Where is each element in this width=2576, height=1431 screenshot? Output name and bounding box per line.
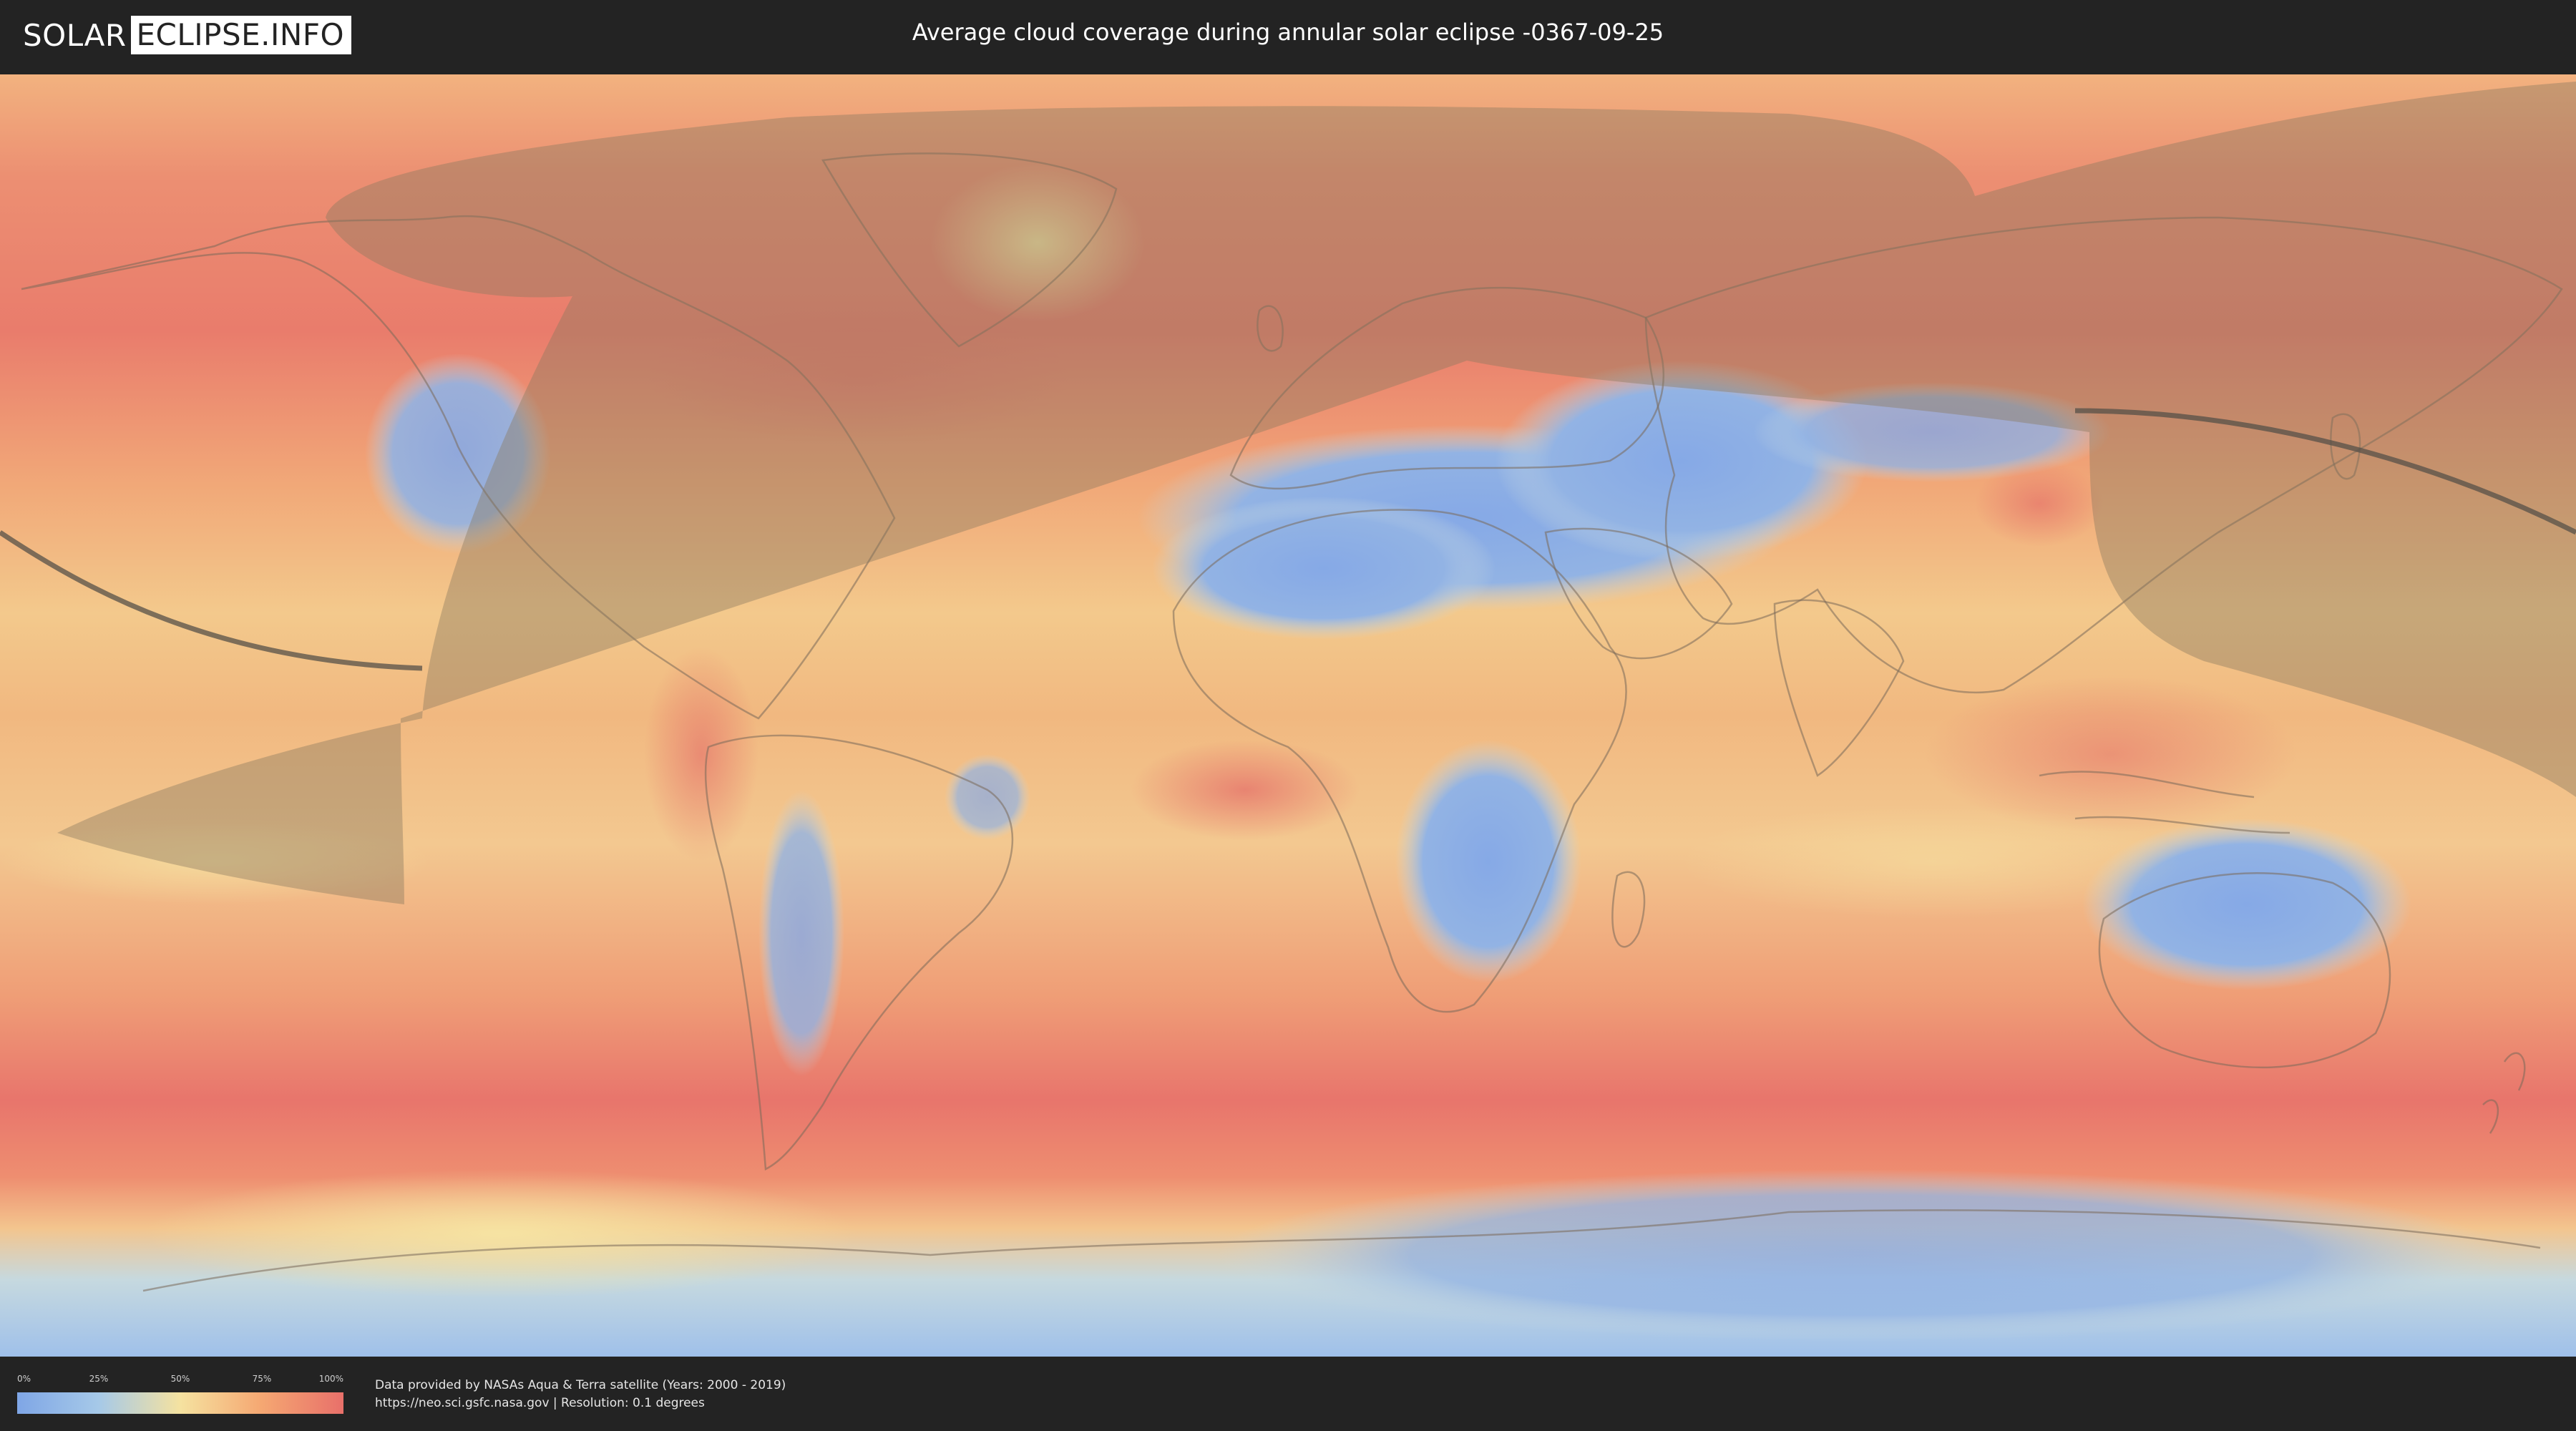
cloud-coverage-legend: 0% 25% 50% 75% 100% [17,1374,343,1417]
legend-color-scale [17,1392,343,1414]
legend-tick-50: 50% [170,1374,190,1384]
page-title: Average cloud coverage during annular so… [912,19,1664,46]
credit-source: Data provided by NASAs Aqua & Terra sate… [375,1378,786,1392]
credit-link[interactable]: https://neo.sci.gsfc.nasa.gov | Resoluti… [375,1395,786,1412]
cloud-coverage-map [0,74,2576,1357]
legend-tick-0: 0% [17,1374,31,1384]
map-canvas [0,74,2576,1357]
legend-tick-100: 100% [318,1374,343,1384]
footer-bar: 0% 25% 50% 75% 100% Data provided by NAS… [0,1359,2576,1431]
page: SOLAR ECLIPSE.INFO Average cloud coverag… [0,0,2576,1431]
legend-tick-25: 25% [89,1374,109,1384]
legend-ticks: 0% 25% 50% 75% 100% [17,1374,343,1385]
header-bar: SOLAR ECLIPSE.INFO Average cloud coverag… [0,0,2576,70]
legend-tick-75: 75% [252,1374,272,1384]
data-credit: Data provided by NASAs Aqua & Terra sate… [375,1377,786,1412]
